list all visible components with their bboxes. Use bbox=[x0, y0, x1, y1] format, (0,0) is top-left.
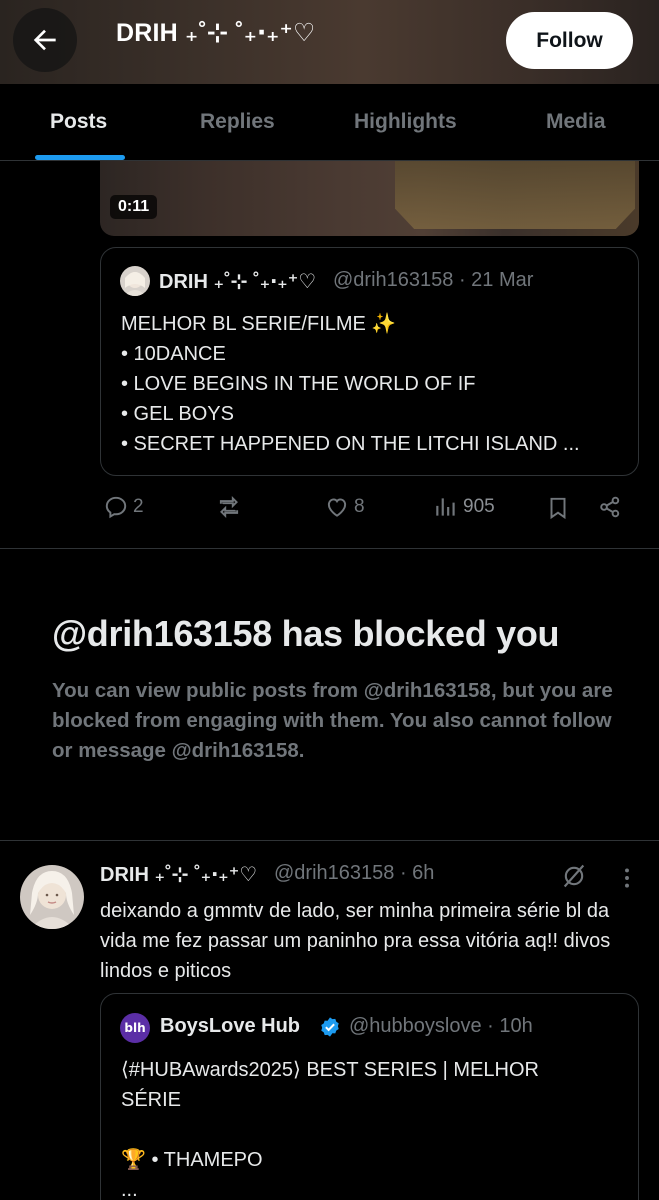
bookmark-button[interactable] bbox=[545, 494, 571, 522]
quoted-author-name: BoysLove Hub bbox=[160, 1015, 301, 1037]
text-line: ... bbox=[121, 1179, 138, 1200]
profile-title: DRIH ₊˚⊹ ˚₊‧₊⁺♡ bbox=[116, 19, 316, 47]
text-line: ⟨#HUBAwards2025⟩ BEST SERIES | MELHOR bbox=[121, 1059, 539, 1081]
share-button[interactable] bbox=[597, 494, 623, 520]
author-avatar[interactable] bbox=[20, 865, 84, 929]
text-line: • 10DANCE bbox=[121, 343, 226, 365]
heart-icon bbox=[327, 498, 347, 517]
active-tab-indicator bbox=[35, 155, 125, 160]
views-button[interactable]: 905 bbox=[433, 494, 495, 520]
like-count: 8 bbox=[354, 496, 365, 517]
quoted-post[interactable]: DRIH ₊˚⊹ ˚₊‧₊⁺♡ @drih163158 · 21 Mar MEL… bbox=[100, 247, 639, 476]
author-handle[interactable]: @drih163158 · 6h bbox=[274, 862, 434, 885]
text-line: • SECRET HAPPENED ON THE LITCHI ISLAND .… bbox=[121, 433, 580, 455]
quoted-author-handle: @drih163158 · 21 Mar bbox=[333, 269, 534, 291]
views-chart-icon bbox=[436, 498, 455, 516]
follow-button[interactable]: Follow bbox=[506, 12, 633, 69]
back-button[interactable] bbox=[13, 8, 77, 72]
divider bbox=[0, 840, 659, 841]
quoted-post-text: MELHOR BL SERIE/FILME ✨ • 10DANCE • LOVE… bbox=[121, 309, 580, 459]
profile-header: DRIH ₊˚⊹ ˚₊‧₊⁺♡ Follow bbox=[0, 0, 659, 84]
text-line: MELHOR BL SERIE/FILME ✨ bbox=[121, 313, 397, 335]
reply-count: 2 bbox=[133, 496, 144, 517]
quoted-post-text: ⟨#HUBAwards2025⟩ BEST SERIES | MELHOR SÉ… bbox=[121, 1055, 539, 1200]
repost-icon bbox=[219, 495, 239, 519]
tab-highlights[interactable]: Highlights bbox=[354, 110, 457, 134]
quoted-author-handle: @hubboyslove · 10h bbox=[349, 1015, 533, 1037]
more-options-icon[interactable] bbox=[614, 864, 640, 892]
blocked-title: @drih163158 has blocked you bbox=[52, 613, 560, 654]
video-thumbnail[interactable]: 0:11 bbox=[100, 161, 639, 236]
text-line: 🏆 • THAMEPO bbox=[121, 1149, 263, 1171]
repost-button[interactable] bbox=[215, 494, 243, 520]
text-line: SÉRIE bbox=[121, 1089, 182, 1111]
reply-button[interactable]: 2 bbox=[103, 494, 144, 520]
post-text: deixando a gmmtv de lado, ser minha prim… bbox=[100, 900, 611, 982]
view-count: 905 bbox=[463, 496, 495, 517]
blocked-description: You can view public posts from @drih1631… bbox=[52, 679, 613, 762]
video-frame-shape bbox=[395, 161, 635, 229]
like-button[interactable]: 8 bbox=[324, 494, 365, 520]
quoted-post[interactable]: blh BoysLove Hub @hubboyslove · 10h ⟨#HU… bbox=[100, 993, 639, 1200]
reply-icon bbox=[105, 496, 127, 519]
tab-replies[interactable]: Replies bbox=[200, 110, 275, 134]
bookmark-icon bbox=[550, 497, 566, 520]
boyslove-hub-logo: blh bbox=[120, 1013, 150, 1043]
text-line: • GEL BOYS bbox=[121, 403, 234, 425]
profile-tabs: Posts Replies Highlights Media bbox=[0, 84, 659, 161]
share-icon bbox=[600, 496, 620, 518]
post-actions: 2 8 905 bbox=[100, 494, 630, 528]
verified-badge-icon bbox=[321, 1017, 339, 1037]
arrow-left-icon bbox=[33, 29, 56, 51]
divider bbox=[0, 548, 659, 549]
text-line bbox=[121, 1115, 539, 1145]
avatar bbox=[120, 266, 150, 296]
text-line: • LOVE BEGINS IN THE WORLD OF IF bbox=[121, 373, 476, 395]
tab-posts[interactable]: Posts bbox=[50, 110, 107, 134]
logo-text: blh bbox=[124, 1021, 146, 1035]
quoted-author-name: DRIH ₊˚⊹ ˚₊‧₊⁺♡ bbox=[159, 271, 317, 293]
video-duration: 0:11 bbox=[110, 195, 158, 219]
author-name[interactable]: DRIH ₊˚⊹ ˚₊‧₊⁺♡ bbox=[100, 862, 257, 887]
tab-media[interactable]: Media bbox=[546, 110, 606, 134]
grok-slash-icon[interactable] bbox=[560, 862, 588, 890]
